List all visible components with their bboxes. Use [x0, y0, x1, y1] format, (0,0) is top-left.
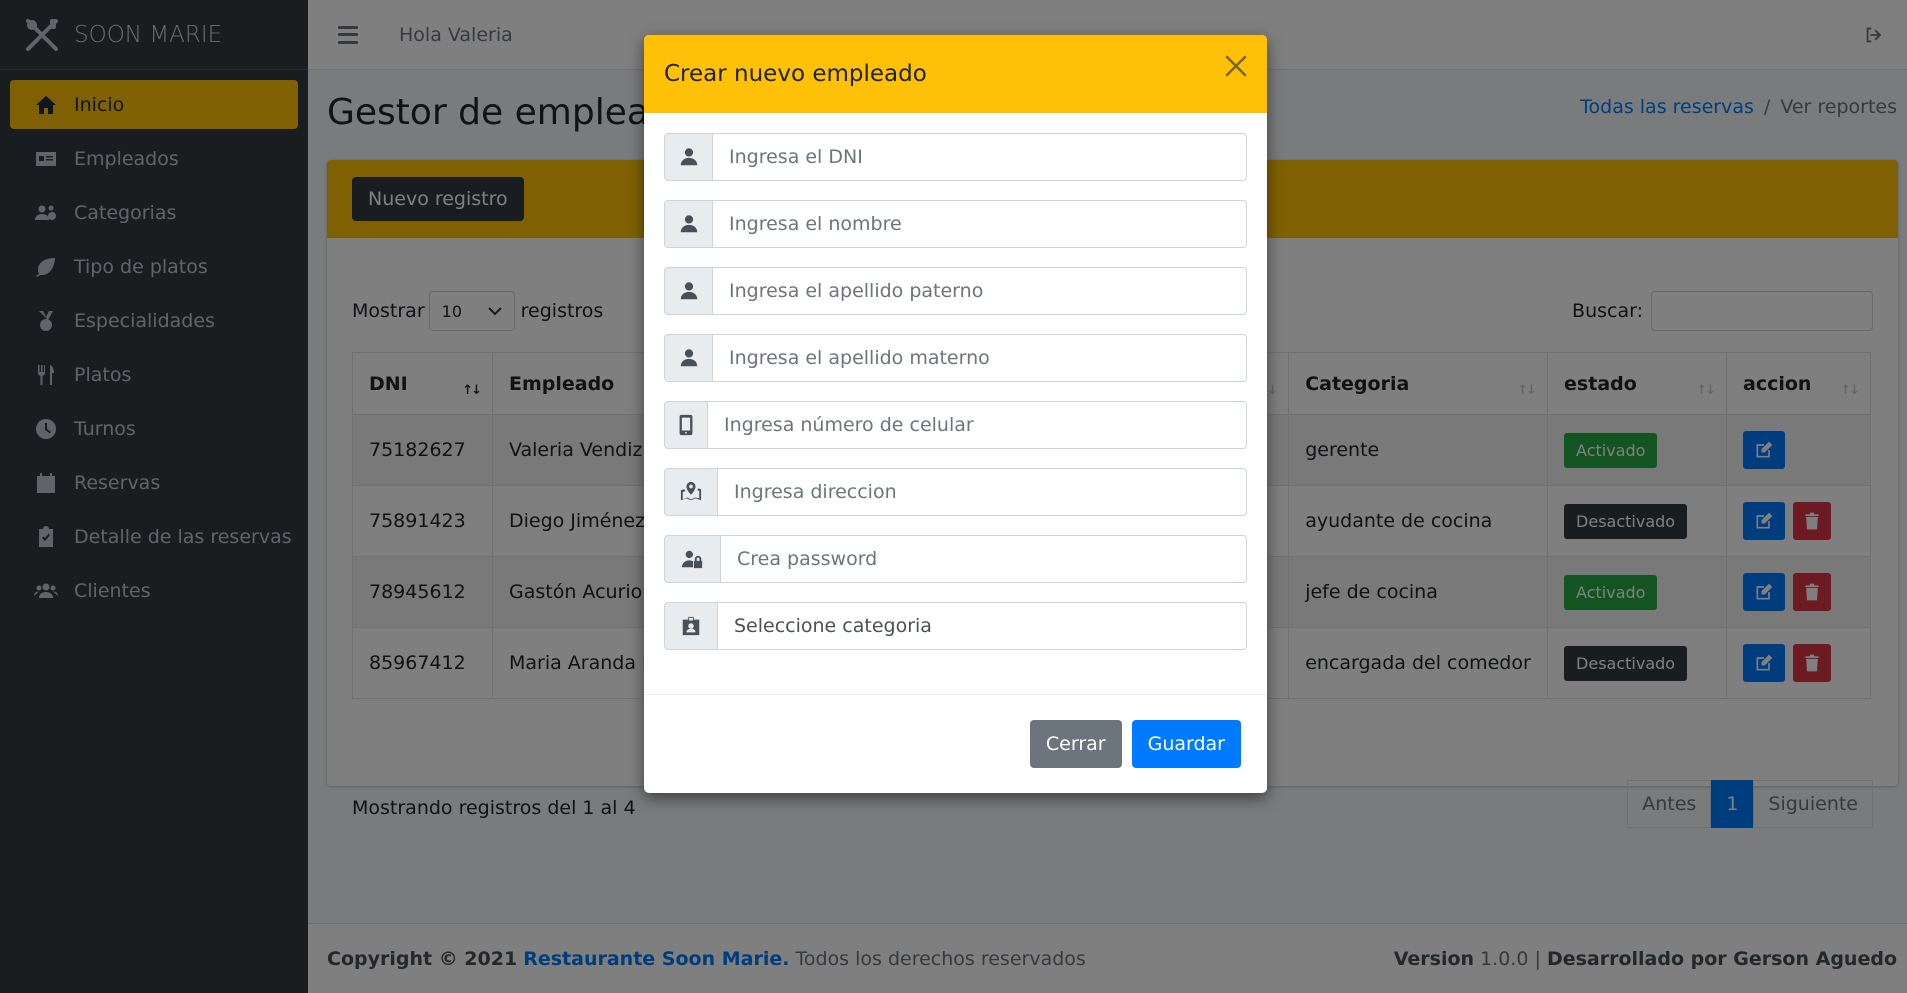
celular-field[interactable]: Ingresa número de celular — [707, 401, 1247, 449]
apellido-paterno-field[interactable]: Ingresa el apellido paterno — [712, 267, 1247, 315]
map-marked-icon — [664, 468, 717, 516]
apellido-paterno-input-group: Ingresa el apellido paterno — [664, 267, 1247, 315]
dni-field[interactable]: Ingresa el DNI — [712, 133, 1247, 181]
apellido-materno-input-group: Ingresa el apellido materno — [664, 334, 1247, 382]
close-icon[interactable] — [1223, 53, 1249, 79]
nombre-input-group: Ingresa el nombre — [664, 200, 1247, 248]
user-lock-icon — [664, 535, 720, 583]
modal-footer: Cerrar Guardar — [644, 694, 1267, 793]
modal-title: Crear nuevo empleado — [664, 61, 927, 87]
direccion-input-group: Ingresa direccion — [664, 468, 1247, 516]
save-button[interactable]: Guardar — [1131, 720, 1241, 768]
user-icon — [664, 200, 712, 248]
id-badge-icon — [664, 602, 717, 650]
user-icon — [664, 334, 712, 382]
direccion-field[interactable]: Ingresa direccion — [717, 468, 1247, 516]
password-input-group: Crea password — [664, 535, 1247, 583]
close-button[interactable]: Cerrar — [1029, 720, 1122, 768]
apellido-materno-field[interactable]: Ingresa el apellido materno — [712, 334, 1247, 382]
categoria-input-group: Seleccione categoria — [664, 602, 1247, 650]
celular-input-group: Ingresa número de celular — [664, 401, 1247, 449]
user-icon — [664, 267, 712, 315]
password-field[interactable]: Crea password — [720, 535, 1247, 583]
mobile-icon — [664, 401, 707, 449]
user-icon — [664, 133, 712, 181]
modal-body: Ingresa el DNI Ingresa el nombre Ingresa… — [644, 113, 1267, 650]
categoria-select[interactable]: Seleccione categoria — [717, 602, 1247, 650]
create-employee-modal: Crear nuevo empleado Ingresa el DNI Ingr… — [644, 35, 1267, 793]
nombre-field[interactable]: Ingresa el nombre — [712, 200, 1247, 248]
modal-header: Crear nuevo empleado — [644, 35, 1267, 113]
dni-input-group: Ingresa el DNI — [664, 133, 1247, 181]
